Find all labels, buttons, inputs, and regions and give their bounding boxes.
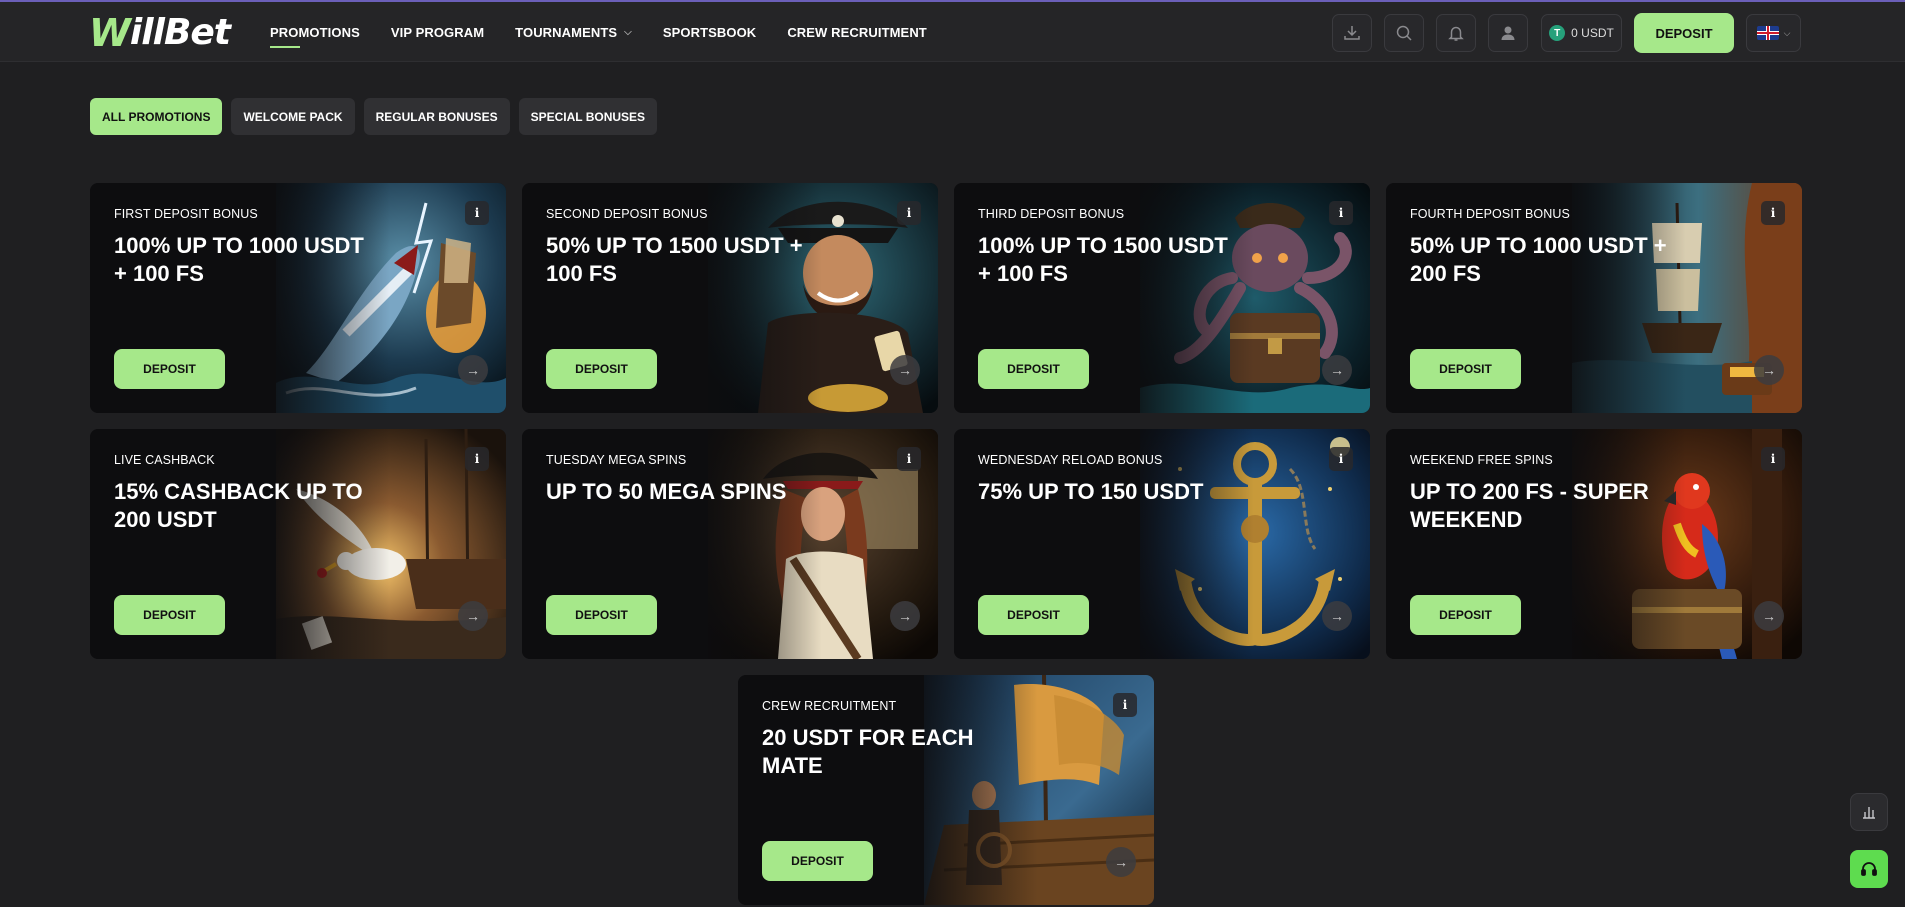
promo-deposit-button[interactable]: DEPOSIT — [1410, 595, 1521, 635]
uk-flag-icon — [1756, 26, 1779, 40]
promo-deposit-button[interactable]: DEPOSIT — [1410, 349, 1521, 389]
promo-headline: 50% UP TO 1000 USDT + 200 FS — [1410, 233, 1667, 286]
arrow-right-icon[interactable]: → — [890, 355, 920, 385]
promo-card-tuesday-mega-spins[interactable]: TUESDAY MEGA SPINS UP TO 50 MEGA SPINS i… — [522, 429, 938, 659]
promo-headline: 100% UP TO 1000 USDT + 100 FS — [114, 233, 364, 286]
nav-vip-program[interactable]: VIP PROGRAM — [391, 2, 484, 62]
info-icon[interactable]: i — [1329, 447, 1353, 471]
info-icon[interactable]: i — [897, 447, 921, 471]
info-icon[interactable]: i — [897, 201, 921, 225]
promo-subtitle: SECOND DEPOSIT BONUS — [546, 207, 708, 221]
promo-card-first-deposit[interactable]: FIRST DEPOSIT BONUS 100% UP TO 1000 USDT… — [90, 183, 506, 413]
promo-card-wednesday-reload[interactable]: WEDNESDAY RELOAD BONUS 75% UP TO 150 USD… — [954, 429, 1370, 659]
balance-amount: 0 USDT — [1571, 26, 1614, 40]
promo-card-fourth-deposit[interactable]: FOURTH DEPOSIT BONUS 50% UP TO 1000 USDT… — [1386, 183, 1802, 413]
download-icon — [1344, 26, 1360, 40]
bar-chart-icon — [1863, 807, 1875, 819]
search-button[interactable] — [1384, 14, 1424, 52]
promo-deposit-button[interactable]: DEPOSIT — [978, 595, 1089, 635]
nav-crew-recruitment[interactable]: CREW RECRUITMENT — [787, 2, 927, 62]
willbet-logo[interactable]: WillBet — [89, 11, 231, 55]
download-button[interactable] — [1332, 14, 1372, 52]
promo-headline: 20 USDT FOR EACH MATE — [762, 725, 974, 778]
bell-icon — [1448, 26, 1464, 41]
promo-deposit-button[interactable]: DEPOSIT — [978, 349, 1089, 389]
arrow-right-icon[interactable]: → — [458, 355, 488, 385]
promo-subtitle: CREW RECRUITMENT — [762, 699, 897, 713]
promo-headline: UP TO 200 FS - SUPER WEEKEND — [1410, 479, 1649, 532]
promo-headline: 100% UP TO 1500 USDT + 100 FS — [978, 233, 1228, 286]
language-selector[interactable]: ⌵ — [1746, 14, 1801, 52]
nav-label: CREW RECRUITMENT — [787, 24, 927, 40]
arrow-right-icon[interactable]: → — [1322, 601, 1352, 631]
promo-subtitle: LIVE CASHBACK — [114, 453, 215, 467]
top-navigation-bar: WillBet PROMOTIONS VIP PROGRAM TOURNAMEN… — [0, 0, 1905, 62]
promo-subtitle: FOURTH DEPOSIT BONUS — [1410, 207, 1570, 221]
nav-label: TOURNAMENTS — [515, 24, 618, 40]
chevron-down-icon: ⌵ — [624, 26, 632, 38]
nav-label: PROMOTIONS — [270, 24, 360, 40]
nav-promotions[interactable]: PROMOTIONS — [270, 2, 360, 62]
promo-card-second-deposit[interactable]: SECOND DEPOSIT BONUS 50% UP TO 1500 USDT… — [522, 183, 938, 413]
header-deposit-button[interactable]: DEPOSIT — [1634, 13, 1734, 53]
nav-sportsbook[interactable]: SPORTSBOOK — [663, 2, 756, 62]
promo-card-live-cashback[interactable]: LIVE CASHBACK 15% CASHBACK UP TO 200 USD… — [90, 429, 506, 659]
info-icon[interactable]: i — [1761, 201, 1785, 225]
arrow-right-icon[interactable]: → — [458, 601, 488, 631]
arrow-right-icon[interactable]: → — [1322, 355, 1352, 385]
filter-regular-bonuses[interactable]: REGULAR BONUSES — [363, 98, 510, 135]
info-icon[interactable]: i — [465, 201, 489, 225]
promo-deposit-button[interactable]: DEPOSIT — [114, 349, 225, 389]
promo-card-weekend-free-spins[interactable]: WEEKEND FREE SPINS UP TO 200 FS - SUPER … — [1386, 429, 1802, 659]
promo-deposit-button[interactable]: DEPOSIT — [762, 841, 873, 881]
promo-subtitle: WEEKEND FREE SPINS — [1410, 453, 1553, 467]
info-icon[interactable]: i — [1113, 693, 1137, 717]
promo-subtitle: FIRST DEPOSIT BONUS — [114, 207, 258, 221]
logo-mark: W — [89, 11, 131, 55]
promo-deposit-button[interactable]: DEPOSIT — [546, 595, 657, 635]
info-icon[interactable]: i — [465, 447, 489, 471]
nav-label: VIP PROGRAM — [390, 24, 485, 40]
promo-deposit-button[interactable]: DEPOSIT — [114, 595, 225, 635]
arrow-right-icon[interactable]: → — [1754, 355, 1784, 385]
logo-text: illBet — [129, 12, 231, 53]
support-chat-button[interactable] — [1850, 850, 1888, 888]
promo-deposit-button[interactable]: DEPOSIT — [546, 349, 657, 389]
tether-icon: T — [1549, 25, 1566, 41]
user-icon — [1501, 26, 1515, 40]
filter-all-promotions[interactable]: ALL PROMOTIONS — [90, 98, 223, 135]
promo-subtitle: TUESDAY MEGA SPINS — [546, 453, 687, 467]
arrow-right-icon[interactable]: → — [1754, 601, 1784, 631]
balance-display[interactable]: T 0 USDT — [1541, 14, 1622, 52]
filter-welcome-pack[interactable]: WELCOME PACK — [231, 98, 355, 135]
filter-special-bonuses[interactable]: SPECIAL BONUSES — [518, 98, 658, 135]
stats-button[interactable] — [1850, 793, 1888, 831]
promo-subtitle: WEDNESDAY RELOAD BONUS — [978, 453, 1163, 467]
promo-headline: 50% UP TO 1500 USDT + 100 FS — [546, 233, 803, 286]
search-icon — [1396, 25, 1412, 41]
arrow-right-icon[interactable]: → — [890, 601, 920, 631]
promo-headline: 15% CASHBACK UP TO 200 USDT — [114, 479, 363, 532]
promo-card-third-deposit[interactable]: THIRD DEPOSIT BONUS 100% UP TO 1500 USDT… — [954, 183, 1370, 413]
info-icon[interactable]: i — [1329, 201, 1353, 225]
promo-headline: 75% UP TO 150 USDT — [978, 479, 1204, 504]
nav-tournaments[interactable]: TOURNAMENTS ⌵ — [515, 2, 632, 62]
profile-button[interactable] — [1488, 14, 1528, 52]
promo-subtitle: THIRD DEPOSIT BONUS — [978, 207, 1125, 221]
main-nav: PROMOTIONS VIP PROGRAM TOURNAMENTS ⌵ SPOR… — [270, 2, 958, 62]
notifications-button[interactable] — [1436, 14, 1476, 52]
headset-icon — [1861, 862, 1877, 876]
info-icon[interactable]: i — [1761, 447, 1785, 471]
arrow-right-icon[interactable]: → — [1106, 847, 1136, 877]
chevron-down-icon: ⌵ — [1783, 27, 1791, 38]
nav-label: SPORTSBOOK — [662, 24, 757, 40]
promo-card-crew-recruitment[interactable]: CREW RECRUITMENT 20 USDT FOR EACH MATE i… — [738, 675, 1154, 905]
promotion-filters: ALL PROMOTIONS WELCOME PACK REGULAR BONU… — [90, 98, 658, 135]
promo-headline: UP TO 50 MEGA SPINS — [546, 479, 787, 504]
